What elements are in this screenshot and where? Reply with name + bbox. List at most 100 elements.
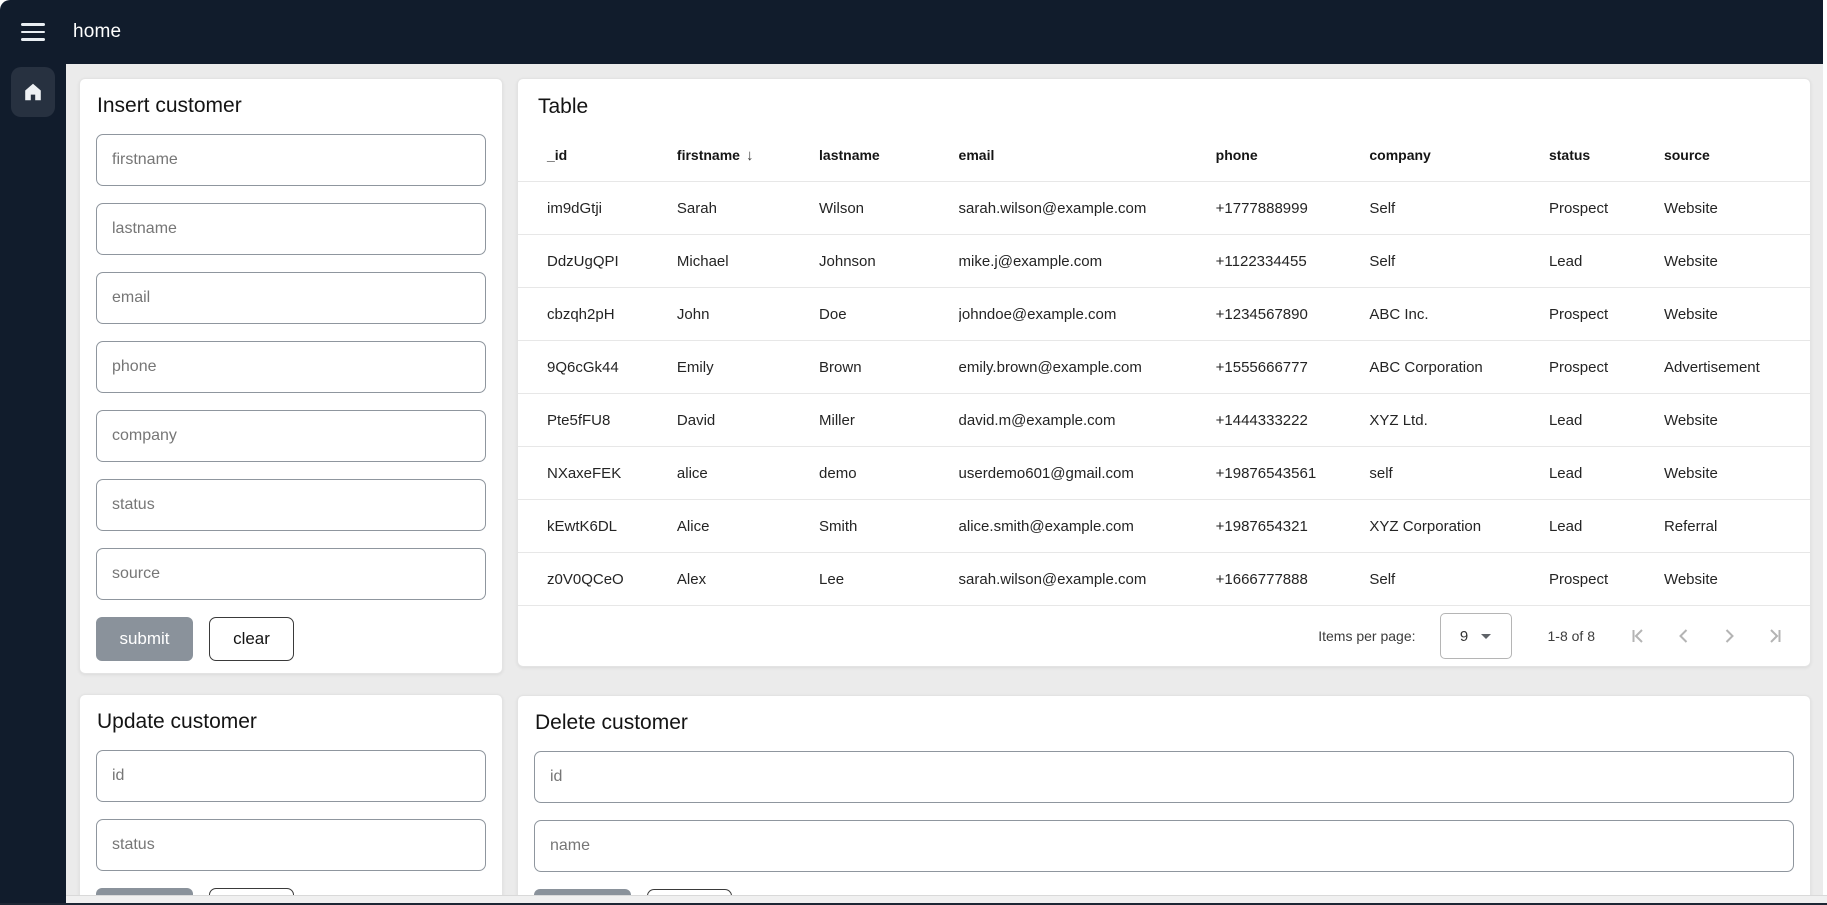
delete-card-title: Delete customer — [535, 711, 1794, 735]
previous-page-button[interactable] — [1672, 624, 1696, 648]
delete-name-input[interactable] — [534, 820, 1794, 872]
column-header-source[interactable]: source — [1664, 129, 1810, 182]
table-cell: sarah.wilson@example.com — [959, 553, 1216, 606]
table-cell: John — [677, 288, 819, 341]
table-cell: +1122334455 — [1216, 235, 1370, 288]
menu-icon[interactable] — [21, 23, 45, 41]
table-cell: Lead — [1549, 235, 1664, 288]
table-cell: Johnson — [819, 235, 959, 288]
table-cell: kEwtK6DL — [518, 500, 677, 553]
table-cell: Prospect — [1549, 288, 1664, 341]
insert-button-row: submit clear — [96, 617, 486, 661]
table-cell: userdemo601@gmail.com — [959, 447, 1216, 500]
insert-submit-button[interactable]: submit — [96, 617, 193, 661]
table-cell: Referral — [1664, 500, 1810, 553]
table-row: z0V0QCeOAlexLeesarah.wilson@example.com+… — [518, 553, 1810, 606]
table-cell: Wilson — [819, 182, 959, 235]
paginator: Items per page: 9 1-8 of 8 — [518, 606, 1810, 666]
right-column: Table _id firstname↓ lastname e — [517, 78, 1811, 895]
column-header-id[interactable]: _id — [518, 129, 677, 182]
sort-arrow-icon: ↓ — [746, 147, 754, 164]
table-cell: +19876543561 — [1216, 447, 1370, 500]
table-cell: Emily — [677, 341, 819, 394]
column-header-email[interactable]: email — [959, 129, 1216, 182]
table-cell: Miller — [819, 394, 959, 447]
sidebar-item-home[interactable] — [11, 67, 55, 117]
column-header-phone[interactable]: phone — [1216, 129, 1370, 182]
table-cell: Self — [1369, 235, 1549, 288]
table-cell: Website — [1664, 394, 1810, 447]
table-cell: Website — [1664, 288, 1810, 341]
table-cell: ABC Inc. — [1369, 288, 1549, 341]
table-cell: emily.brown@example.com — [959, 341, 1216, 394]
table-row: DdzUgQPIMichaelJohnsonmike.j@example.com… — [518, 235, 1810, 288]
update-customer-card: Update customer submit clear — [79, 694, 503, 895]
insert-clear-button[interactable]: clear — [209, 617, 294, 661]
update-submit-button[interactable]: submit — [96, 888, 193, 895]
column-header-status[interactable]: status — [1549, 129, 1664, 182]
table-row: kEwtK6DLAliceSmithalice.smith@example.co… — [518, 500, 1810, 553]
table-cell: ABC Corporation — [1369, 341, 1549, 394]
last-page-button[interactable] — [1762, 624, 1786, 648]
insert-phone-input[interactable] — [96, 341, 486, 393]
table-cell: cbzqh2pH — [518, 288, 677, 341]
insert-status-input[interactable] — [96, 479, 486, 531]
table-cell: Prospect — [1549, 553, 1664, 606]
table-cell: alice — [677, 447, 819, 500]
first-page-button[interactable] — [1627, 624, 1651, 648]
table-cell: NXaxeFEK — [518, 447, 677, 500]
table-cell: Lead — [1549, 447, 1664, 500]
table-row: 9Q6cGk44EmilyBrownemily.brown@example.co… — [518, 341, 1810, 394]
table-cell: +1666777888 — [1216, 553, 1370, 606]
insert-firstname-input[interactable] — [96, 134, 486, 186]
table-cell: Self — [1369, 182, 1549, 235]
column-header-lastname[interactable]: lastname — [819, 129, 959, 182]
insert-company-input[interactable] — [96, 410, 486, 462]
table-cell: +1777888999 — [1216, 182, 1370, 235]
sidebar — [0, 64, 66, 903]
left-column: Insert customer submit clear Update cust… — [79, 78, 503, 895]
table-cell: z0V0QCeO — [518, 553, 677, 606]
table-cell: DdzUgQPI — [518, 235, 677, 288]
table-row: cbzqh2pHJohnDoejohndoe@example.com+12345… — [518, 288, 1810, 341]
table-cell: Michael — [677, 235, 819, 288]
page-title: home — [73, 21, 121, 43]
table-card: Table _id firstname↓ lastname e — [517, 78, 1811, 667]
top-bar: home — [0, 0, 1823, 64]
table-cell: mike.j@example.com — [959, 235, 1216, 288]
chevron-down-icon — [1481, 634, 1491, 639]
table-cell: Lead — [1549, 394, 1664, 447]
home-icon — [22, 81, 44, 103]
table-cell: Pte5fFU8 — [518, 394, 677, 447]
table-cell: Self — [1369, 553, 1549, 606]
table-cell: Alex — [677, 553, 819, 606]
table-cell: self — [1369, 447, 1549, 500]
table-cell: Sarah — [677, 182, 819, 235]
delete-customer-card: Delete customer submit clear — [517, 695, 1811, 895]
next-page-button[interactable] — [1717, 624, 1741, 648]
table-cell: +1987654321 — [1216, 500, 1370, 553]
table-cell: Doe — [819, 288, 959, 341]
items-per-page-label: Items per page: — [1318, 628, 1415, 644]
table-cell: Advertisement — [1664, 341, 1810, 394]
table-cell: Smith — [819, 500, 959, 553]
items-per-page-select[interactable]: 9 — [1440, 613, 1512, 659]
table-cell: +1234567890 — [1216, 288, 1370, 341]
column-header-firstname[interactable]: firstname↓ — [677, 129, 819, 182]
table-cell: Website — [1664, 235, 1810, 288]
update-id-input[interactable] — [96, 750, 486, 802]
main-content: Insert customer submit clear Update cust… — [66, 64, 1823, 895]
insert-lastname-input[interactable] — [96, 203, 486, 255]
table-cell: david.m@example.com — [959, 394, 1216, 447]
horizontal-scrollbar[interactable] — [66, 895, 1827, 903]
update-button-row: submit clear — [96, 888, 486, 895]
insert-email-input[interactable] — [96, 272, 486, 324]
update-clear-button[interactable]: clear — [209, 888, 294, 895]
update-status-input[interactable] — [96, 819, 486, 871]
column-header-company[interactable]: company — [1369, 129, 1549, 182]
table-cell: Prospect — [1549, 182, 1664, 235]
insert-source-input[interactable] — [96, 548, 486, 600]
delete-id-input[interactable] — [534, 751, 1794, 803]
table-row: im9dGtjiSarahWilsonsarah.wilson@example.… — [518, 182, 1810, 235]
customer-table: _id firstname↓ lastname email phone comp… — [518, 129, 1810, 606]
